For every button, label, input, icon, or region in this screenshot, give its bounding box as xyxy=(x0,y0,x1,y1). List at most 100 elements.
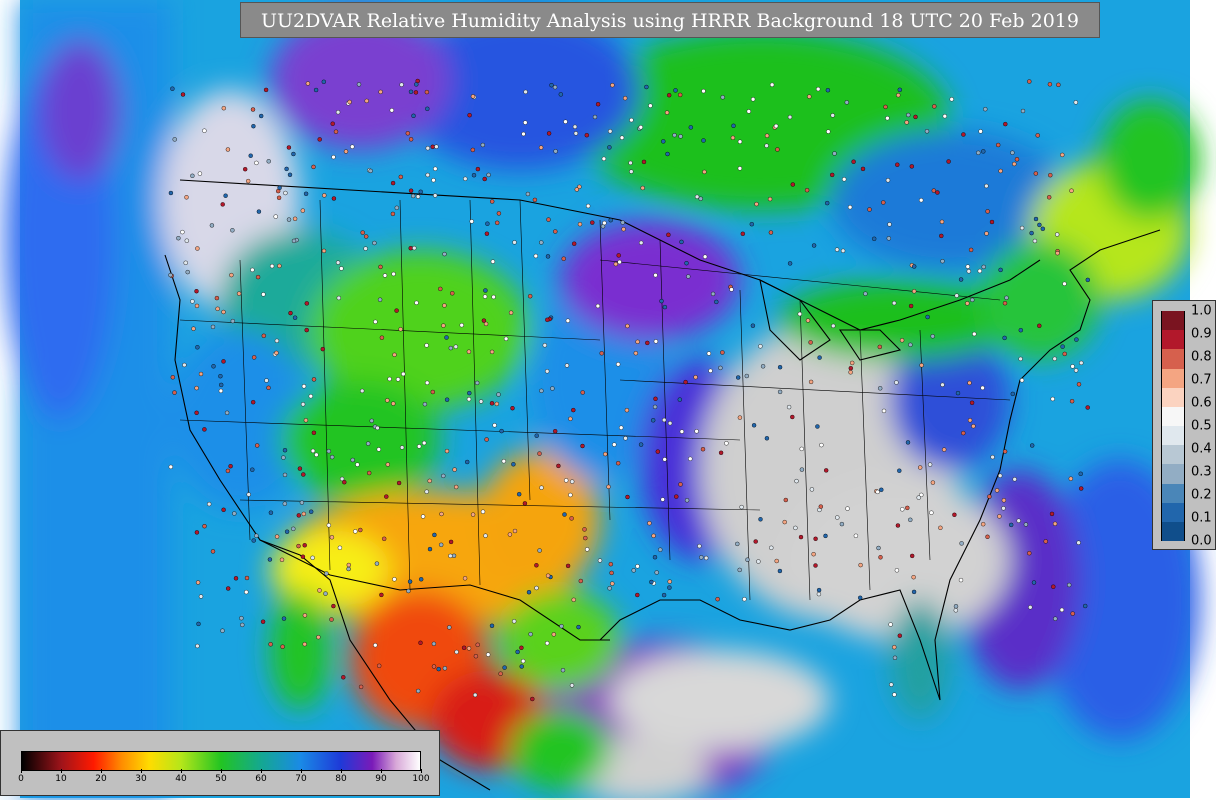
observation-dot xyxy=(480,142,485,148)
observation-dot xyxy=(571,407,576,413)
observation-dot xyxy=(194,530,200,535)
observation-dot xyxy=(1020,108,1026,114)
observation-dot xyxy=(415,194,421,199)
observation-dot xyxy=(569,516,574,521)
observation-dot xyxy=(379,592,384,598)
observation-dot xyxy=(417,444,422,449)
observation-dot xyxy=(783,497,788,503)
observation-dot xyxy=(813,563,818,568)
observation-dot xyxy=(635,564,640,569)
observation-dot xyxy=(942,447,947,452)
observation-dot xyxy=(635,339,640,344)
observation-dot xyxy=(972,331,977,337)
observation-dot xyxy=(210,324,216,330)
humidity-tick-label: 100 xyxy=(412,774,430,784)
observation-dot xyxy=(878,555,883,560)
observation-dot xyxy=(1078,486,1084,491)
observation-dot xyxy=(998,267,1003,273)
observation-dot xyxy=(450,291,455,296)
observation-dot xyxy=(302,543,307,548)
observation-dot xyxy=(913,114,918,120)
observation-dot xyxy=(537,451,542,456)
observation-dot xyxy=(609,570,614,576)
observation-dot xyxy=(751,423,757,428)
observation-dot xyxy=(545,641,550,646)
observation-dot xyxy=(379,335,385,340)
observation-dot xyxy=(395,377,401,382)
observation-dot xyxy=(170,86,175,91)
observation-dot xyxy=(283,190,288,196)
map-title: UU2DVAR Relative Humidity Analysis using… xyxy=(240,2,1100,38)
observation-dot xyxy=(863,291,868,296)
observation-dot xyxy=(545,369,550,374)
observation-dot xyxy=(483,288,488,293)
observation-dot xyxy=(729,287,734,292)
observation-dot xyxy=(183,260,188,265)
observation-dot xyxy=(1014,157,1020,162)
observation-dot xyxy=(1027,79,1032,84)
observation-dot xyxy=(648,103,653,108)
observation-dot xyxy=(377,663,382,668)
observation-dot xyxy=(439,542,444,547)
humidity-tick-mark xyxy=(341,769,342,773)
observation-dot xyxy=(532,197,538,203)
observation-dot xyxy=(708,368,713,373)
observation-dot xyxy=(534,585,539,591)
observation-dot xyxy=(408,137,414,142)
observation-dot xyxy=(304,327,309,333)
observation-dot xyxy=(924,129,930,134)
observation-dot xyxy=(391,401,396,406)
observation-dot xyxy=(545,254,551,259)
observation-dot xyxy=(245,178,251,184)
observation-dot xyxy=(839,521,845,527)
observation-dot xyxy=(753,539,758,544)
observation-dot xyxy=(845,506,850,511)
observation-color-swatch xyxy=(1161,368,1185,389)
observation-dot xyxy=(430,144,435,150)
observation-dot xyxy=(360,230,365,235)
observation-dot xyxy=(1078,471,1083,476)
observation-dot xyxy=(433,166,438,172)
observation-dot xyxy=(737,567,742,573)
observation-dot xyxy=(431,641,437,646)
observation-dot xyxy=(255,443,260,448)
humidity-tick-mark xyxy=(21,769,22,773)
observation-dot xyxy=(895,523,901,528)
observation-dot xyxy=(221,507,226,512)
observation-dot xyxy=(631,568,636,573)
observation-dot xyxy=(210,549,216,554)
observation-dot xyxy=(291,238,297,244)
observation-dot xyxy=(463,176,468,182)
humidity-tick-label: 30 xyxy=(135,774,147,784)
observation-dot xyxy=(665,151,670,157)
observation-dot xyxy=(374,561,380,566)
observation-dot xyxy=(797,311,802,317)
observation-dot xyxy=(366,441,371,446)
observation-dot xyxy=(769,545,774,550)
observation-dot xyxy=(639,240,644,246)
observation-dot xyxy=(470,147,475,153)
observation-tick-label: 0.1 xyxy=(1191,510,1212,526)
observation-dot xyxy=(984,231,989,236)
humidity-tick-mark xyxy=(181,769,182,773)
observation-dot xyxy=(313,87,319,93)
humidity-tick-mark xyxy=(261,769,262,773)
observation-dot xyxy=(998,473,1003,478)
observation-dot xyxy=(490,199,495,204)
observation-dot xyxy=(777,568,783,574)
observation-dot xyxy=(744,373,749,379)
observation-dot xyxy=(382,273,388,278)
observation-dot xyxy=(621,226,626,232)
observation-dot xyxy=(767,196,773,202)
observation-dot xyxy=(268,510,274,515)
observation-dot xyxy=(629,169,634,174)
humidity-map[interactable] xyxy=(0,0,1216,800)
observation-dot xyxy=(484,231,490,236)
observation-dot xyxy=(422,440,427,446)
observation-dot xyxy=(813,536,818,541)
observation-dot xyxy=(572,241,577,246)
observation-dot xyxy=(1031,580,1037,585)
observation-dot xyxy=(790,182,795,187)
observation-dot xyxy=(251,123,256,129)
observation-dot xyxy=(897,468,902,473)
